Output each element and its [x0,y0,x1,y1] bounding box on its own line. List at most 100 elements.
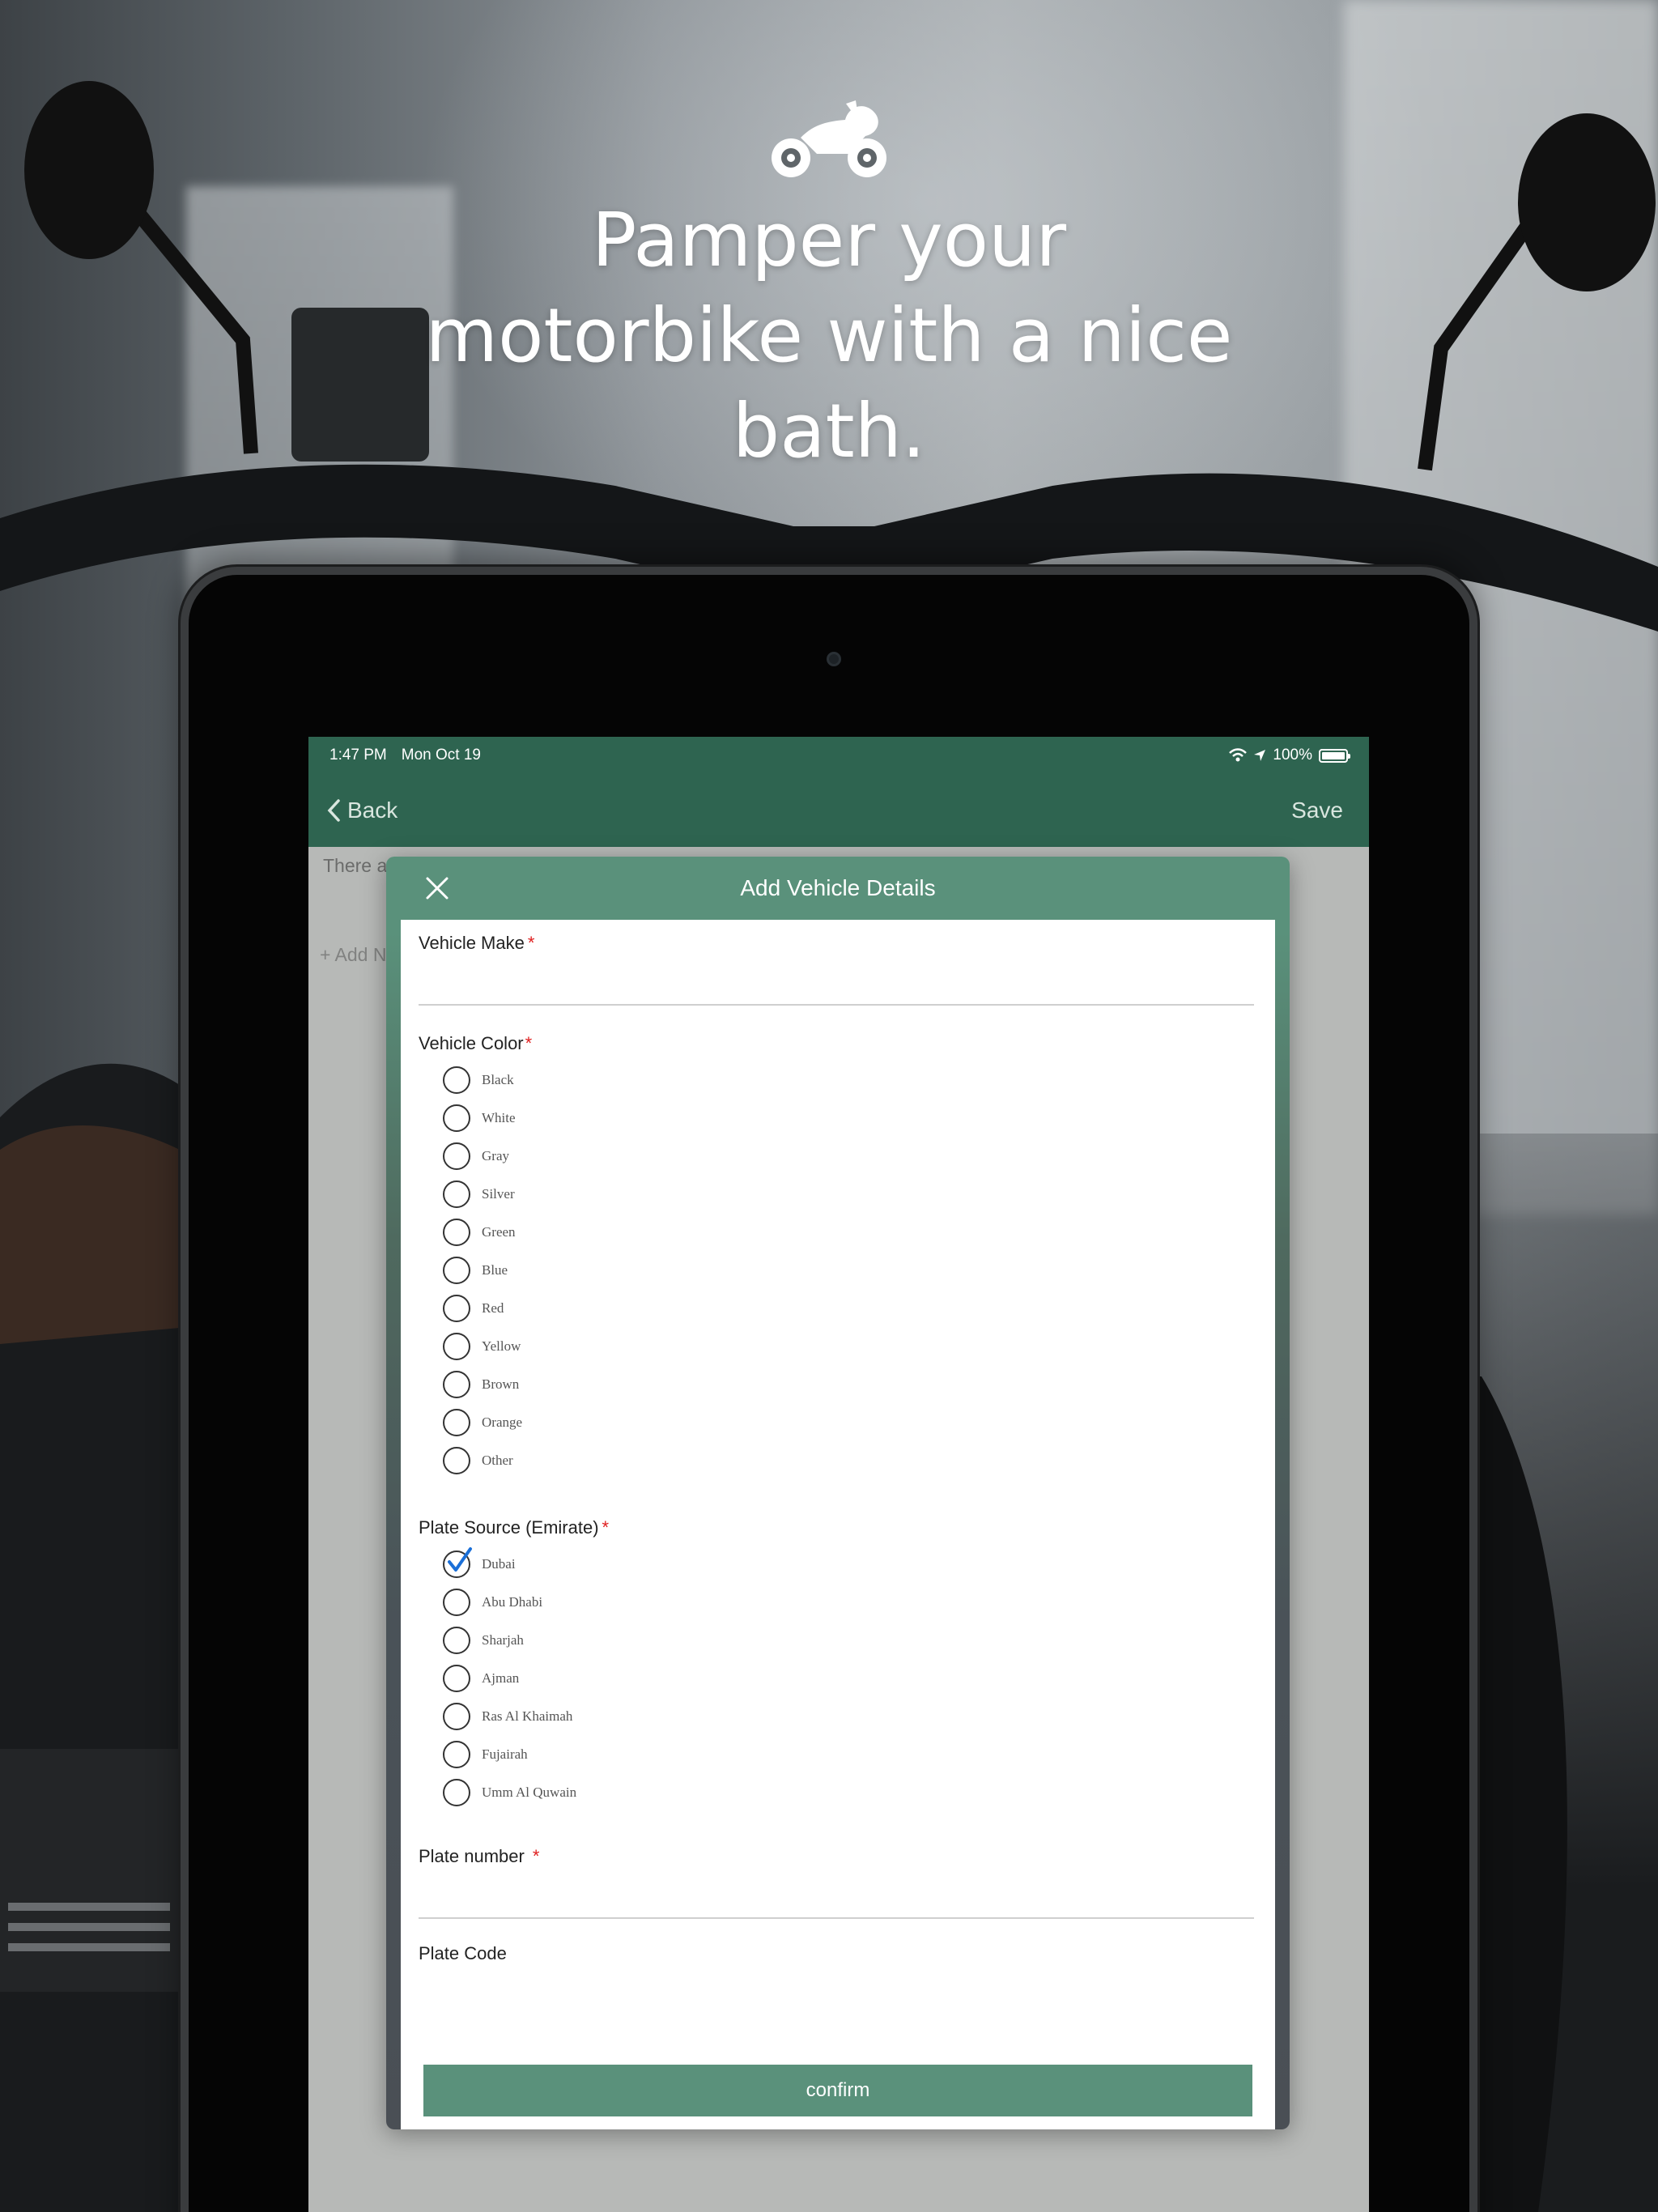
checkmark-icon [448,1546,472,1572]
camera-icon [827,652,841,666]
vehicle-color-label: Vehicle Color* [419,1033,532,1054]
plate-source-radio-group: Dubai Abu Dhabi Sharjah Ajman Ras Al Khaimah… [443,1545,576,1811]
radio-unchecked-icon[interactable] [443,1142,470,1170]
status-bar: 1:47 PM Mon Oct 19 100% [308,737,1369,774]
plate-number-label: Plate number * [419,1846,539,1867]
plate-source-label-text: Plate Source (Emirate) [419,1517,599,1538]
vehicle-color-option[interactable]: Green [443,1213,522,1251]
radio-unchecked-icon[interactable] [443,1332,470,1360]
radio-unchecked-icon[interactable] [443,1664,470,1692]
vehicle-color-option-label: Yellow [482,1338,521,1354]
status-indicators: 100% [1229,747,1350,764]
vehicle-color-option-label: Other [482,1452,513,1468]
close-icon[interactable] [423,874,451,902]
vehicle-color-option-label: Silver [482,1185,515,1202]
required-marker: * [527,933,535,953]
radio-unchecked-icon[interactable] [443,1180,470,1208]
radio-unchecked-icon[interactable] [443,1626,470,1654]
save-button[interactable]: Save [1291,798,1351,823]
plate-source-option-label: Dubai [482,1555,516,1572]
radio-unchecked-icon[interactable] [443,1218,470,1246]
vehicle-color-option[interactable]: Black [443,1061,522,1099]
vehicle-color-option[interactable]: Brown [443,1365,522,1403]
radio-unchecked-icon[interactable] [443,1104,470,1132]
plate-source-option[interactable]: Abu Dhabi [443,1583,576,1621]
vehicle-color-option-label: Red [482,1300,504,1316]
radio-unchecked-icon[interactable] [443,1066,470,1094]
vehicle-color-option[interactable]: Other [443,1441,522,1479]
radio-unchecked-icon[interactable] [443,1588,470,1616]
vehicle-color-option[interactable]: Red [443,1289,522,1327]
modal-header: Add Vehicle Details [386,857,1290,920]
vehicle-make-underline [419,1004,1254,1006]
vehicle-make-label: Vehicle Make * [419,933,534,954]
vehicle-color-radio-group: Black White Gray Silver Green Blue Red Yellow Br… [443,1061,522,1479]
vehicle-make-label-text: Vehicle Make [419,933,525,953]
battery-level [1322,751,1345,759]
radio-unchecked-icon[interactable] [443,1370,470,1398]
plate-source-option[interactable]: Umm Al Quwain [443,1773,576,1811]
vehicle-make-input[interactable] [419,962,1254,999]
plate-source-option-label: Ras Al Khaimah [482,1708,573,1724]
battery-icon [1319,748,1350,763]
chevron-left-icon [327,799,340,822]
plate-number-label-text: Plate number [419,1846,525,1866]
radio-unchecked-icon[interactable] [443,1740,470,1768]
plate-source-option-label: Fujairah [482,1746,528,1762]
plate-code-input[interactable] [419,1972,1254,2010]
app-screen: 1:47 PM Mon Oct 19 100% Back Save There … [308,737,1369,2212]
modal-form: Vehicle Make * Vehicle Color* Black White G… [401,920,1275,2129]
wifi-icon [1229,748,1248,762]
radio-unchecked-icon[interactable] [443,1702,470,1730]
plate-source-option[interactable]: Dubai [443,1545,576,1583]
plate-source-label: Plate Source (Emirate) * [419,1517,609,1538]
vehicle-color-option-label: Green [482,1223,516,1240]
radio-unchecked-icon[interactable] [443,1294,470,1322]
vehicle-color-option-label: Black [482,1071,514,1087]
vehicle-color-option-label: Brown [482,1376,520,1392]
plate-number-underline [419,1917,1254,1919]
plate-number-input[interactable] [419,1875,1254,1912]
location-arrow-icon [1254,750,1266,761]
radio-checked-icon[interactable] [443,1546,472,1578]
radio-unchecked-icon[interactable] [443,1446,470,1474]
modal-title: Add Vehicle Details [740,875,936,900]
radio-unchecked-icon[interactable] [443,1408,470,1436]
back-button[interactable]: Back [326,798,397,823]
vehicle-color-option[interactable]: Yellow [443,1327,522,1365]
plate-code-label: Plate Code [419,1943,507,1963]
vehicle-color-option-label: Blue [482,1261,508,1278]
back-label: Back [347,798,398,823]
plate-source-option-label: Umm Al Quwain [482,1784,577,1800]
vehicle-color-option-label: Gray [482,1147,509,1163]
battery-percent: 100% [1273,747,1312,764]
ipad-device-frame: 1:47 PM Mon Oct 19 100% Back Save There … [181,567,1477,2212]
vehicle-color-option[interactable]: Gray [443,1137,522,1175]
plate-source-option[interactable]: Sharjah [443,1621,576,1659]
plate-source-option-label: Ajman [482,1670,520,1686]
vehicle-color-option-label: Orange [482,1414,523,1430]
vehicle-color-option[interactable]: Silver [443,1175,522,1213]
navigation-bar: Back Save [308,774,1369,847]
vehicle-color-option-label: White [482,1109,516,1125]
vehicle-color-label-text: Vehicle Color [419,1033,524,1053]
plate-source-option-label: Sharjah [482,1631,524,1648]
motorbike-icon [772,100,886,177]
plate-source-option[interactable]: Ajman [443,1659,576,1697]
vehicle-color-option[interactable]: White [443,1099,522,1137]
radio-unchecked-icon[interactable] [443,1256,470,1284]
plate-source-option[interactable]: Fujairah [443,1735,576,1773]
status-date: Mon Oct 19 [401,747,481,764]
required-marker: * [525,1033,533,1053]
plate-source-option-label: Abu Dhabi [482,1593,543,1610]
add-vehicle-modal: Add Vehicle Details Vehicle Make * Vehicl… [386,857,1290,2129]
required-marker: * [532,1846,540,1866]
hero-title: Pamper your motorbike with a nice bath. [425,197,1233,474]
confirm-button[interactable]: confirm [423,2065,1252,2116]
vehicle-color-option[interactable]: Orange [443,1403,522,1441]
required-marker: * [602,1517,610,1538]
hero-section: Pamper your motorbike with a nice bath. [424,97,1234,479]
radio-unchecked-icon[interactable] [443,1778,470,1806]
vehicle-color-option[interactable]: Blue [443,1251,522,1289]
plate-source-option[interactable]: Ras Al Khaimah [443,1697,576,1735]
